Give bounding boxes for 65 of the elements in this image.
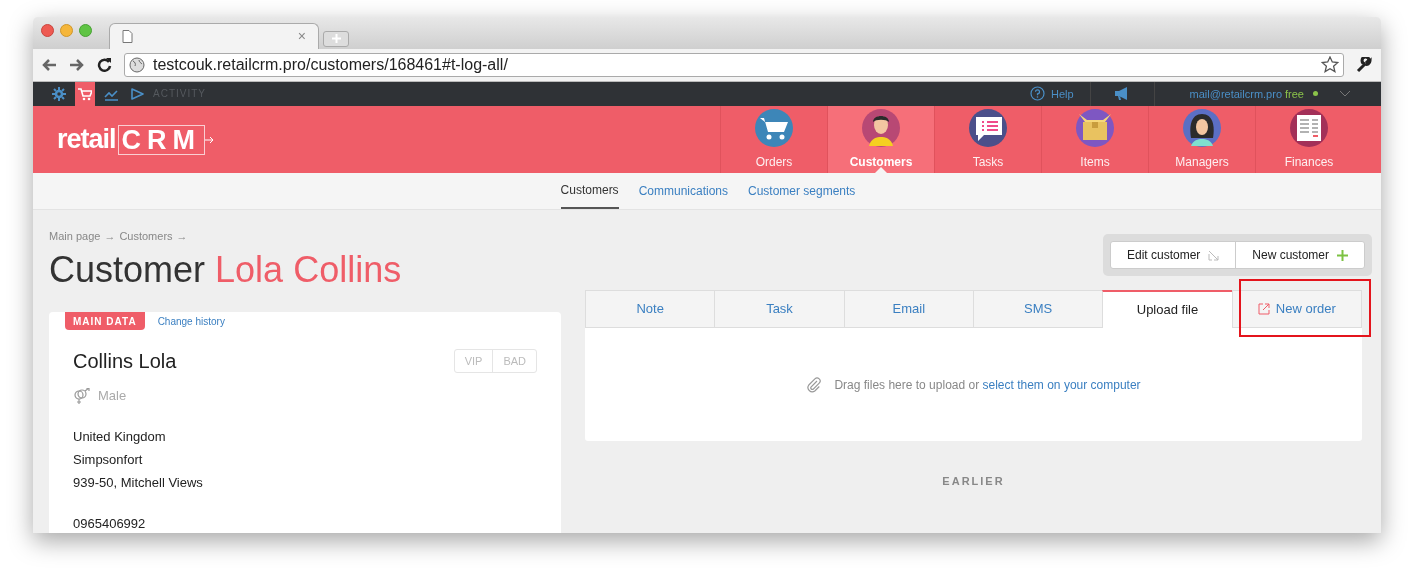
subnav-tab[interactable]: Communications [638,173,728,209]
star-icon[interactable] [1321,56,1339,74]
gender-icon [73,387,90,404]
gender-text: Male [98,387,127,405]
cart-icon [754,108,794,149]
edit-icon [1208,249,1220,261]
breadcrumb-separator: → [176,228,188,244]
chevron-down-icon[interactable] [1339,90,1351,98]
panel-tab[interactable]: Note [585,290,715,328]
action-button[interactable]: New customer [1235,242,1364,268]
tag-toggle[interactable]: VIP [454,350,493,372]
help-icon[interactable] [1029,86,1045,102]
nav-item[interactable]: Finances [1255,105,1362,174]
nav-item[interactable]: Managers [1148,105,1255,174]
address-line: Simpsonfort [73,450,144,469]
browser-tab[interactable]: × [109,23,319,49]
customer-name-title: Lola Collins [215,249,402,290]
nav-item[interactable]: Tasks [934,105,1041,174]
box-icon [1075,108,1115,149]
external-link-icon [1257,303,1270,315]
customer-name: Collins Lola [73,349,177,374]
logo[interactable]: retail CRM [57,105,720,174]
panel-tab[interactable]: Email [843,290,973,328]
tag-toggle[interactable]: BAD [492,350,536,372]
spreadsheet-icon [1289,108,1329,149]
panel-tab[interactable]: Task [714,290,844,328]
breadcrumb-separator: → [104,228,116,244]
panel-tab[interactable]: Upload file [1102,290,1232,328]
account-email[interactable]: mail@retailcrm.pro [1189,85,1283,103]
plan-label: free [1285,86,1304,102]
select-files-link[interactable]: select them on your computer [982,377,1141,392]
reload-icon[interactable] [97,57,112,73]
forward-icon[interactable] [69,57,85,72]
breadcrumb-link[interactable]: Main page [49,227,101,245]
nav-item[interactable]: Customers [827,105,934,174]
person-icon [861,108,901,149]
chat-icon [968,108,1008,149]
help-link[interactable]: Help [1050,85,1074,103]
wrench-icon[interactable] [1356,56,1372,73]
action-button[interactable]: Edit customer [1110,242,1236,268]
address-line: United Kingdom [73,427,167,446]
card-tab[interactable]: Change history [157,313,225,329]
earlier-label: EARLIER [942,474,1005,489]
phone-number: 0965406992 [73,514,147,533]
panel-tab[interactable]: New order [1231,290,1362,328]
breadcrumb-link[interactable]: Customers [119,227,173,245]
paperclip-icon [806,376,823,393]
address-bar[interactable]: testcouk.retailcrm.pro/customers/168461#t-log-all/ [124,52,1344,77]
back-icon[interactable] [41,57,57,72]
cart-icon[interactable] [75,81,95,106]
plus-icon [1337,249,1348,261]
url-text: testcouk.retailcrm.pro/customers/168461#t-log-all/ [153,54,509,75]
nav-item[interactable]: Items [1041,105,1148,174]
woman-icon [1182,108,1222,149]
page-icon [122,30,133,43]
close-window-button[interactable] [41,24,54,37]
plus-icon [331,34,341,44]
panel-tab[interactable]: SMS [973,290,1103,328]
card-tab[interactable]: MAIN DATA [65,312,145,330]
subnav-tab[interactable]: Customer segments [748,173,856,209]
address-line: 939-50, Mitchell Views [73,473,204,492]
globe-icon [129,56,145,73]
page-title: Customer [49,249,206,290]
upload-hint: Drag files here to upload or select them on your computer [834,376,1141,394]
close-tab-button[interactable]: × [297,29,306,44]
